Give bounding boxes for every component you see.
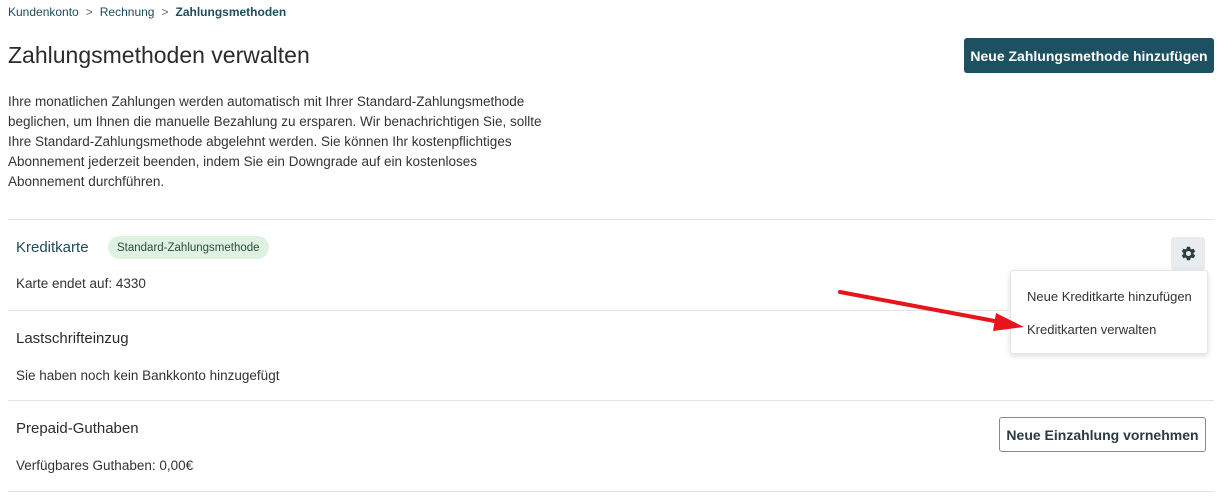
divider: [8, 491, 1214, 492]
available-balance-text: Verfügbares Guthaben: 0,00€: [16, 458, 194, 473]
breadcrumb-separator: >: [85, 5, 93, 19]
intro-text: Ihre monatlichen Zahlungen werden automa…: [8, 94, 542, 189]
page-title: Zahlungsmethoden verwalten: [8, 42, 310, 68]
divider: [8, 310, 1008, 311]
new-deposit-button[interactable]: Neue Einzahlung vornehmen: [999, 417, 1206, 452]
breadcrumb-separator: >: [161, 5, 169, 19]
divider: [8, 219, 1214, 220]
credit-card-settings-button[interactable]: [1171, 237, 1205, 270]
gear-icon: [1181, 246, 1195, 261]
breadcrumb-link-kundenkonto[interactable]: Kundenkonto: [8, 5, 79, 19]
breadcrumb-link-rechnung[interactable]: Rechnung: [100, 5, 155, 19]
breadcrumb: Kundenkonto > Rechnung > Zahlungsmethode…: [8, 5, 286, 19]
menu-item-add-credit-card[interactable]: Neue Kreditkarte hinzufügen: [1027, 289, 1192, 304]
breadcrumb-current: Zahlungsmethoden: [175, 5, 287, 19]
section-title-direct-debit: Lastschrifteinzug: [16, 330, 129, 347]
menu-item-manage-credit-cards[interactable]: Kreditkarten verwalten: [1027, 322, 1156, 337]
section-title-prepaid: Prepaid-Guthaben: [16, 420, 139, 437]
no-bank-account-text: Sie haben noch kein Bankkonto hinzugefüg…: [16, 368, 280, 383]
section-title-credit-card: Kreditkarte: [16, 239, 89, 256]
divider: [8, 400, 1214, 401]
add-payment-method-button[interactable]: Neue Zahlungsmethode hinzufügen: [964, 38, 1214, 73]
card-ending-text: Karte endet auf: 4330: [16, 276, 146, 291]
credit-card-settings-menu: Neue Kreditkarte hinzufügen Kreditkarten…: [1010, 270, 1208, 354]
default-payment-badge: Standard-Zahlungsmethode: [108, 236, 269, 259]
